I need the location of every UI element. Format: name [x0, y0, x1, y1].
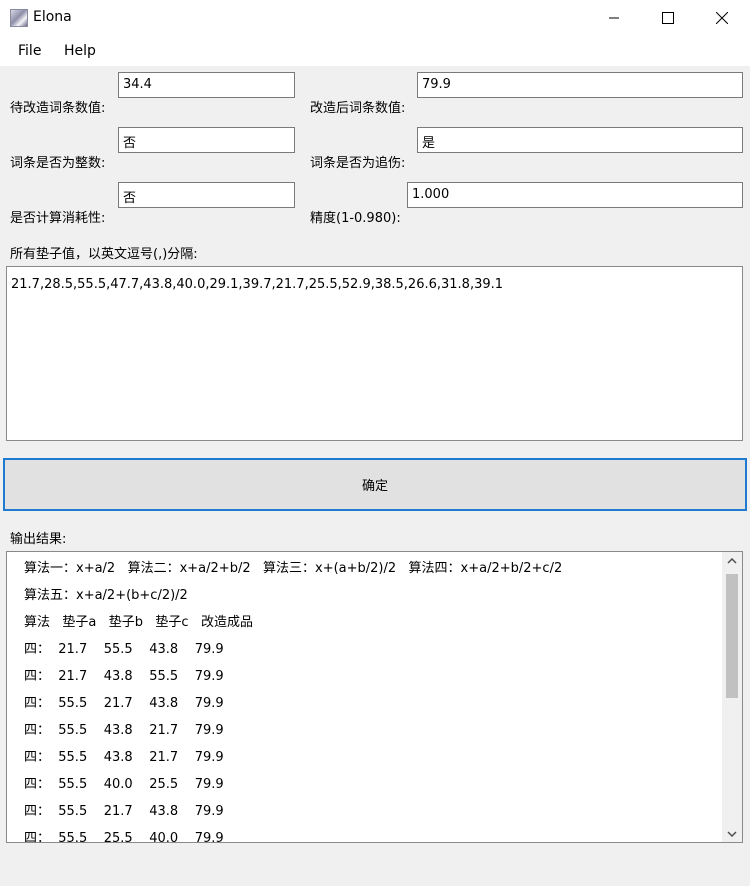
minimize-button[interactable]	[587, 0, 641, 36]
output-line: 四： 55.5 21.7 43.8 79.9	[24, 804, 224, 819]
output-scrollbar[interactable]	[722, 552, 742, 842]
is-integer-field[interactable]: 否	[118, 127, 295, 153]
target-value-label: 改造后词条数值:	[310, 101, 406, 116]
close-button[interactable]	[695, 0, 749, 36]
is-integer-label: 词条是否为整数:	[10, 156, 106, 171]
current-value-field[interactable]: 34.4	[118, 72, 295, 98]
scroll-thumb[interactable]	[726, 574, 738, 698]
scroll-down-button[interactable]	[722, 825, 742, 842]
output-line: 四： 55.5 21.7 43.8 79.9	[24, 696, 224, 711]
output-line: 四： 55.5 43.8 21.7 79.9	[24, 750, 224, 765]
output-line: 四： 55.5 25.5 40.0 79.9	[24, 831, 224, 843]
output-label: 输出结果:	[10, 532, 67, 547]
current-value-label: 待改造词条数值:	[10, 101, 106, 116]
menu-file[interactable]: File	[18, 43, 41, 59]
minimize-icon	[609, 17, 619, 19]
maximize-icon	[662, 12, 674, 24]
confirm-button[interactable]: 确定	[3, 458, 747, 511]
close-icon	[716, 12, 728, 24]
chevron-down-icon	[727, 830, 737, 837]
precision-label: 精度(1-0.980):	[310, 211, 401, 226]
calc-durability-label: 是否计算消耗性:	[10, 211, 106, 226]
pads-label: 所有垫子值，以英文逗号(,)分隔:	[10, 247, 198, 262]
is-chase-damage-field[interactable]: 是	[417, 127, 743, 153]
output-line: 算法五：x+a/2+(b+c/2)/2	[24, 588, 188, 603]
calc-durability-field[interactable]: 否	[118, 182, 295, 208]
output-textbox[interactable]: 算法一：x+a/2 算法二：x+a/2+b/2 算法三：x+(a+b/2)/2 …	[6, 551, 743, 843]
menu-bar: File Help	[0, 36, 750, 66]
scroll-up-button[interactable]	[722, 552, 742, 569]
precision-field[interactable]: 1.000	[407, 182, 743, 208]
output-lines: 算法一：x+a/2 算法二：x+a/2+b/2 算法三：x+(a+b/2)/2 …	[24, 560, 720, 843]
pads-textarea[interactable]: 21.7,28.5,55.5,47.7,43.8,40.0,29.1,39.7,…	[6, 266, 743, 441]
output-line: 四： 55.5 40.0 25.5 79.9	[24, 777, 224, 792]
window-title: Elona	[33, 9, 72, 25]
output-line: 算法 垫子a 垫子b 垫子c 改造成品	[24, 615, 253, 630]
target-value-field[interactable]: 79.9	[417, 72, 743, 98]
title-bar: Elona	[0, 0, 750, 36]
is-chase-damage-label: 词条是否为追伤:	[310, 156, 406, 171]
maximize-button[interactable]	[641, 0, 695, 36]
output-line: 四： 21.7 43.8 55.5 79.9	[24, 669, 224, 684]
output-line: 算法一：x+a/2 算法二：x+a/2+b/2 算法三：x+(a+b/2)/2 …	[24, 561, 563, 576]
menu-help[interactable]: Help	[64, 43, 96, 59]
output-line: 四： 21.7 55.5 43.8 79.9	[24, 642, 224, 657]
output-line: 四： 55.5 43.8 21.7 79.9	[24, 723, 224, 738]
app-icon	[10, 9, 28, 27]
chevron-up-icon	[727, 557, 737, 564]
